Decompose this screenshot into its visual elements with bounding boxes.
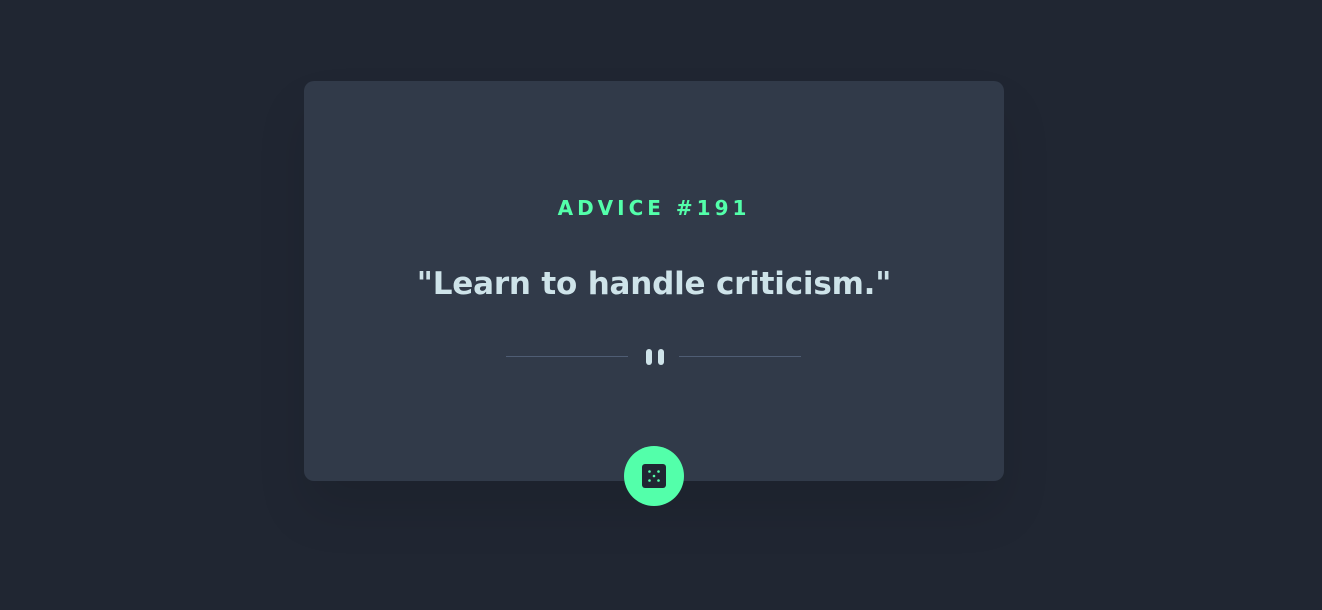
new-advice-button[interactable]	[624, 446, 684, 506]
advice-id-label: ADVICE #191	[557, 196, 751, 220]
pause-icon	[644, 348, 666, 366]
page: ADVICE #191 "Learn to handle criticism."	[0, 0, 1322, 610]
advice-card: ADVICE #191 "Learn to handle criticism."	[304, 81, 1004, 481]
divider-line-left	[506, 356, 628, 357]
pause-bar-right	[658, 349, 664, 365]
divider-line-right	[679, 356, 801, 357]
pause-bar-left	[646, 349, 652, 365]
advice-quote: "Learn to handle criticism."	[416, 266, 892, 302]
divider	[506, 348, 801, 366]
dice-icon	[642, 464, 666, 488]
